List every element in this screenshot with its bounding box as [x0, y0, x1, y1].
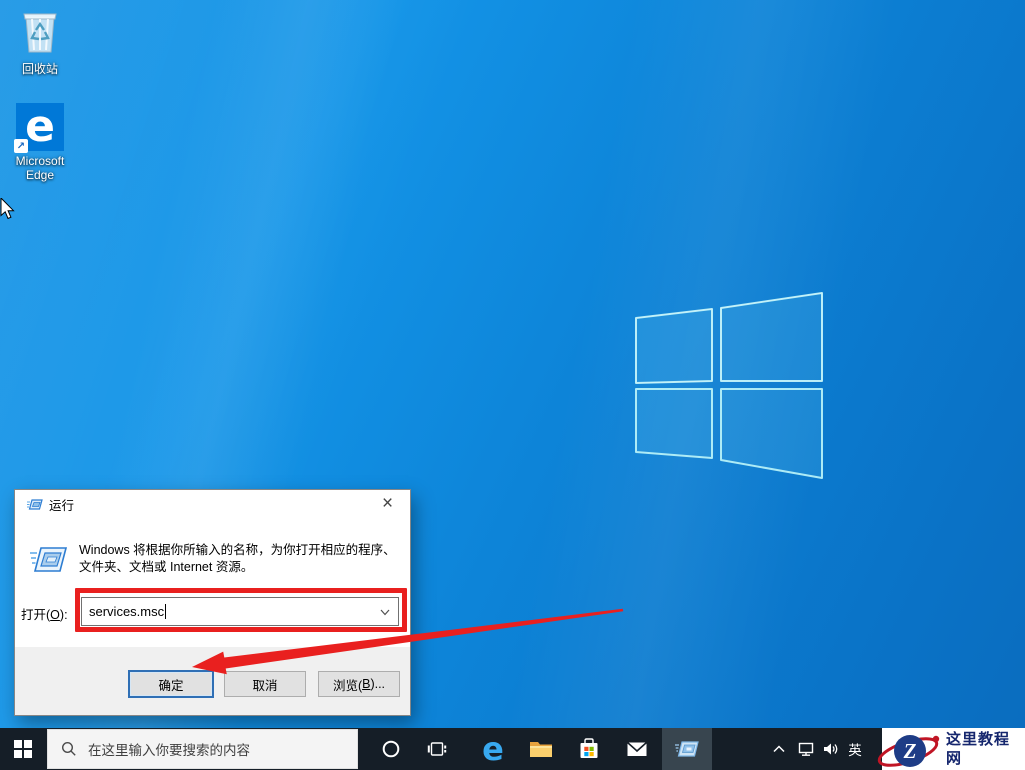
watermark-logo-letter: Z	[903, 739, 917, 763]
speaker-icon	[822, 741, 840, 757]
task-view-icon	[427, 739, 447, 759]
edge-e-icon: e	[25, 105, 55, 149]
site-watermark: Z 这里教程网 herecours.com	[882, 728, 1025, 770]
search-placeholder: 在这里输入你要搜索的内容	[88, 739, 250, 759]
network-tray-icon[interactable]	[793, 728, 819, 770]
cortana-icon	[381, 739, 401, 759]
desktop-icon-recycle-bin[interactable]: 回收站	[5, 8, 75, 76]
run-app-icon	[674, 738, 700, 760]
shortcut-arrow-icon: ↗	[14, 139, 28, 153]
annotation-highlight-rectangle	[75, 588, 407, 632]
hidden-icons-chevron[interactable]	[766, 728, 792, 770]
description-line-2: 文件夹、文档或 Internet 资源。	[79, 559, 401, 576]
desktop-icon-label: 回收站	[5, 62, 75, 76]
close-button[interactable]: ×	[365, 490, 410, 518]
desktop-icon-label: Microsoft Edge	[5, 154, 75, 182]
cortana-button[interactable]	[368, 728, 414, 770]
windows-start-icon	[14, 740, 32, 758]
taskbar-edge-button[interactable]: e	[470, 728, 516, 770]
taskbar-search-input[interactable]: 在这里输入你要搜索的内容	[47, 729, 358, 769]
edge-icon: e	[482, 733, 504, 765]
watermark-logo-icon: Z	[866, 726, 944, 770]
run-dialog-description: Windows 将根据你所输入的名称，为你打开相应的程序、 文件夹、文档或 In…	[79, 542, 401, 576]
run-dialog-title: 运行	[49, 495, 74, 514]
edge-tile: e ↗	[16, 103, 64, 151]
mail-button[interactable]	[614, 728, 660, 770]
browse-button[interactable]: 浏览(B)...	[318, 671, 400, 697]
cancel-button[interactable]: 取消	[224, 671, 306, 697]
run-dialog-titlebar[interactable]: 运行 ×	[15, 490, 410, 519]
network-icon	[797, 741, 815, 757]
open-field-label: 打开(O):	[21, 604, 68, 623]
run-icon-large	[29, 541, 69, 579]
desktop-icon-microsoft-edge[interactable]: e ↗ Microsoft Edge	[5, 103, 75, 182]
search-icon	[61, 741, 77, 757]
mail-icon	[626, 740, 648, 758]
taskbar-run-app-button-active[interactable]	[662, 728, 712, 770]
close-icon: ×	[382, 493, 393, 515]
ok-button[interactable]: 确定	[128, 670, 214, 698]
start-button[interactable]	[0, 728, 46, 770]
watermark-site-name: 这里教程网	[946, 731, 1025, 769]
recycle-bin-icon	[20, 8, 60, 54]
microsoft-store-icon	[578, 738, 600, 760]
desktop-screen: 回收站 e ↗ Microsoft Edge 运行 ×	[0, 0, 1025, 770]
mouse-cursor	[0, 198, 20, 224]
file-explorer-button[interactable]	[518, 728, 564, 770]
ime-indicator[interactable]: 英	[843, 728, 867, 770]
task-view-button[interactable]	[414, 728, 460, 770]
volume-tray-icon[interactable]	[818, 728, 844, 770]
run-icon	[27, 498, 43, 512]
description-line-1: Windows 将根据你所输入的名称，为你打开相应的程序、	[79, 542, 401, 559]
chevron-up-icon	[772, 743, 786, 755]
microsoft-store-button[interactable]	[566, 728, 612, 770]
watermark-texts: 这里教程网 herecours.com	[946, 731, 1025, 770]
file-explorer-icon	[529, 739, 553, 759]
